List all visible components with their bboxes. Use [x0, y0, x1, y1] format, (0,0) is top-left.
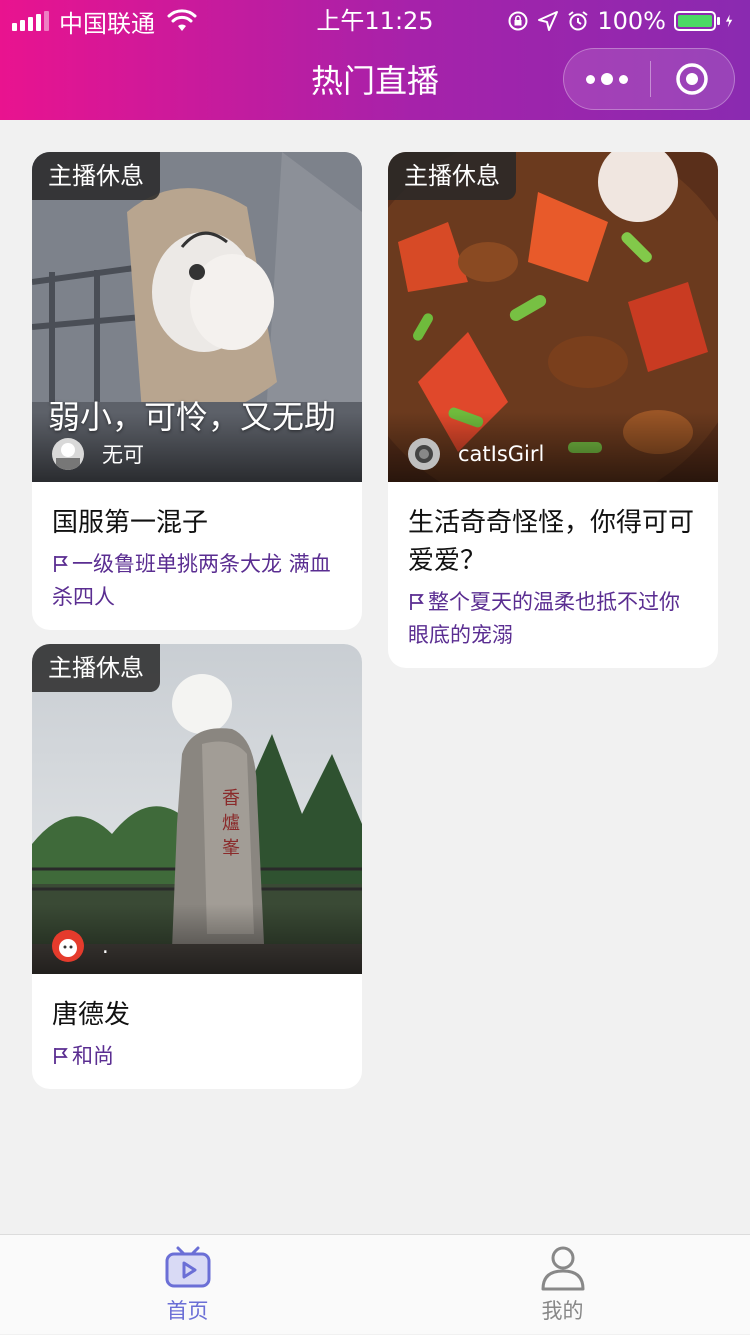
svg-text:爐: 爐 — [222, 813, 240, 834]
host-avatar — [408, 438, 440, 470]
host-name: catIsGirl — [458, 442, 545, 466]
tab-mine-label: 我的 — [541, 1299, 584, 1323]
battery-icon — [674, 11, 720, 31]
charging-icon — [725, 14, 733, 28]
room-notice-text: 和尚 — [72, 1044, 114, 1068]
host-avatar — [52, 930, 84, 962]
host-name: 无可 — [102, 443, 144, 467]
tv-play-icon — [165, 1246, 210, 1288]
room-notice-text: 一级鲁班单挑两条大龙 满血杀四人 — [52, 552, 331, 609]
status-bar: 中国联通 上午11:25 100% — [0, 0, 750, 40]
battery-percent: 100% — [597, 7, 666, 35]
live-card[interactable]: 香 爐 峯 主播休息 . 唐德发 和尚 — [32, 644, 362, 1089]
target-close-icon — [676, 63, 708, 95]
location-icon — [538, 11, 559, 31]
room-title: 唐德发 — [52, 1000, 131, 1030]
rotation-lock-icon — [508, 11, 528, 31]
card-body: 唐德发 和尚 — [32, 974, 362, 1089]
live-cover[interactable]: 主播休息 catIsGirl — [388, 152, 718, 482]
room-title: 国服第一混子 — [52, 508, 209, 538]
mini-program-capsule — [563, 48, 735, 110]
more-dot-icon — [600, 73, 613, 85]
room-notice-text: 整个夏天的温柔也抵不过你眼底的宠溺 — [408, 590, 680, 647]
live-card[interactable]: 主播休息 catIsGirl 生活奇奇怪怪，你得可可爱爱？ 整个夏天的温柔也抵不… — [388, 152, 718, 668]
flag-icon — [54, 556, 68, 572]
host-avatar — [52, 438, 84, 470]
room-notice: 整个夏天的温柔也抵不过你眼底的宠溺 — [408, 586, 698, 652]
flag-icon — [54, 1048, 68, 1064]
room-notice: 和尚 — [52, 1040, 342, 1073]
card-body: 国服第一混子 一级鲁班单挑两条大龙 满血杀四人 — [32, 482, 362, 630]
live-cover[interactable]: 主播休息 弱小，可怜，又无助 无可 — [32, 152, 362, 482]
alarm-icon — [568, 11, 588, 31]
status-badge: 主播休息 — [32, 644, 160, 692]
svg-text:香: 香 — [222, 788, 240, 809]
more-dot-icon — [618, 74, 628, 84]
tab-home-label: 首页 — [166, 1299, 209, 1323]
battery-level-fill — [678, 15, 712, 27]
status-badge: 主播休息 — [32, 152, 160, 200]
live-card[interactable]: 主播休息 弱小，可怜，又无助 无可 国服第一混子 一级鲁班单挑两条大龙 满血杀四… — [32, 152, 362, 630]
tab-mine[interactable]: 我的 — [375, 1235, 750, 1335]
host-info: 无可 — [52, 438, 144, 470]
tab-home[interactable]: 首页 — [0, 1235, 375, 1335]
person-icon — [541, 1246, 584, 1291]
tab-bar: 首页 我的 — [0, 1234, 750, 1334]
more-button[interactable] — [564, 73, 650, 85]
room-title: 生活奇奇怪怪，你得可可爱爱？ — [408, 508, 695, 576]
svg-text:峯: 峯 — [222, 838, 240, 859]
status-badge: 主播休息 — [388, 152, 516, 200]
host-info: . — [52, 930, 109, 962]
more-dot-icon — [585, 74, 595, 84]
room-notice: 一级鲁班单挑两条大龙 满血杀四人 — [52, 548, 342, 614]
close-button[interactable] — [651, 62, 735, 96]
header: 中国联通 上午11:25 100% 热门直播 — [0, 0, 750, 120]
card-body: 生活奇奇怪怪，你得可可爱爱？ 整个夏天的温柔也抵不过你眼底的宠溺 — [388, 482, 718, 668]
cover-caption: 弱小，可怜，又无助 — [48, 398, 337, 436]
flag-icon — [410, 594, 424, 610]
live-cover[interactable]: 香 爐 峯 主播休息 . — [32, 644, 362, 974]
status-right: 100% — [507, 6, 738, 36]
host-name: . — [102, 934, 109, 958]
host-info: catIsGirl — [408, 438, 544, 470]
